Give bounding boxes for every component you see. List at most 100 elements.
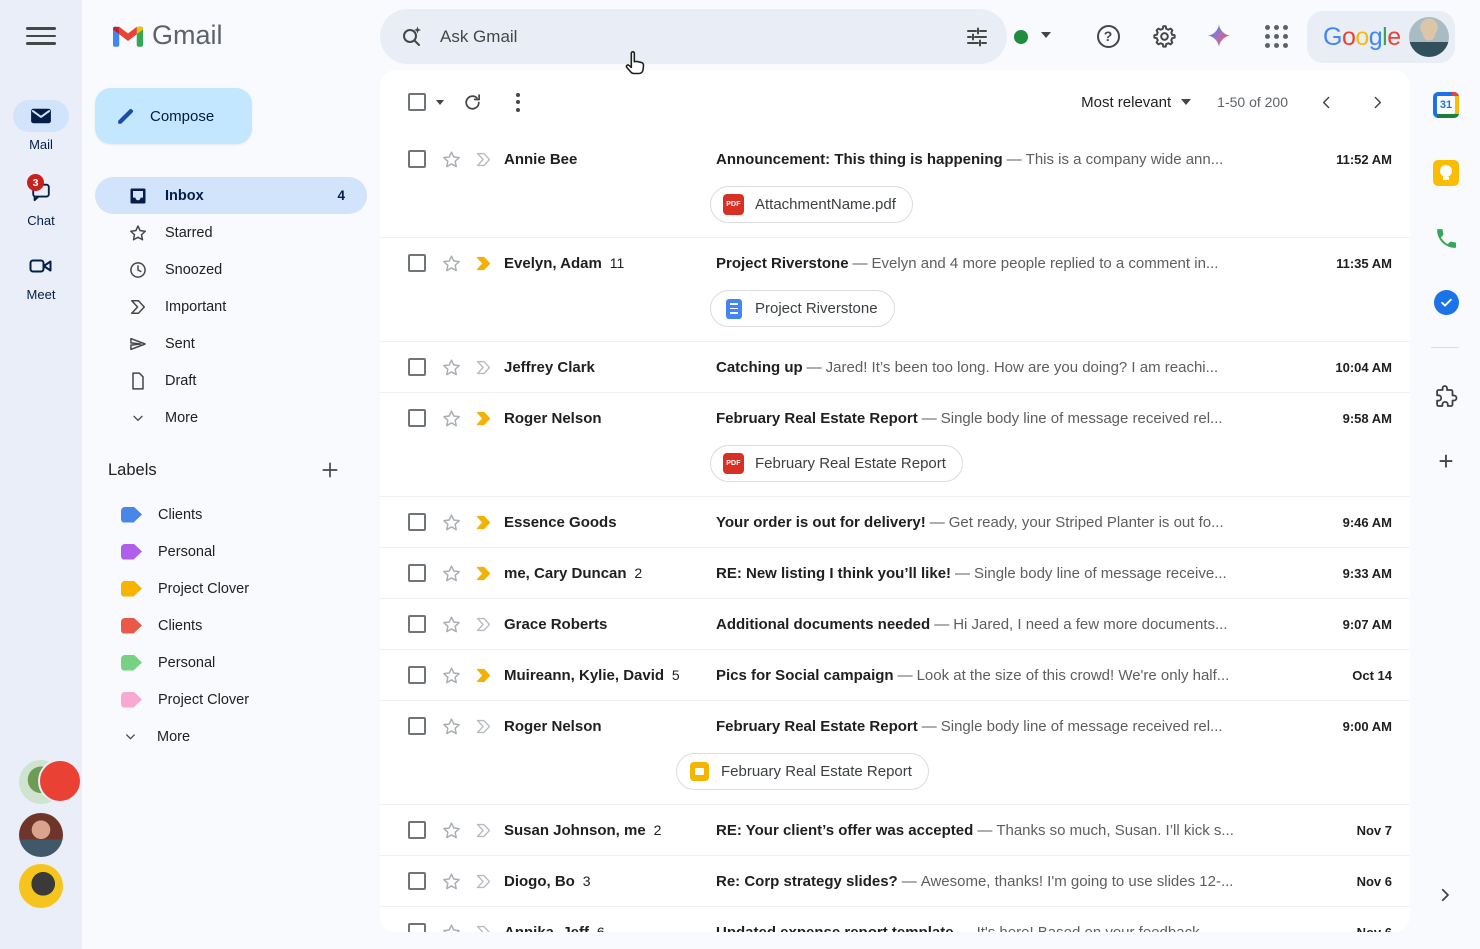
- email-checkbox[interactable]: [408, 923, 426, 932]
- email-checkbox[interactable]: [408, 615, 426, 633]
- email-checkbox[interactable]: [408, 717, 426, 735]
- gmail-logo[interactable]: Gmail: [113, 20, 223, 51]
- rail-item-chat[interactable]: 3 Chat: [0, 176, 82, 228]
- star-icon[interactable]: [440, 562, 462, 584]
- hide-side-panel-icon[interactable]: [1436, 885, 1454, 905]
- email-row[interactable]: Annika, Jeff 6 Updated expense report te…: [380, 907, 1410, 932]
- sidebar-label-item[interactable]: Project Clover: [95, 570, 367, 607]
- email-checkbox[interactable]: [408, 872, 426, 890]
- add-label-icon[interactable]: [320, 460, 340, 480]
- importance-marker-icon[interactable]: [472, 252, 494, 274]
- sidebar-label-item[interactable]: Clients: [95, 607, 367, 644]
- search-bar[interactable]: [380, 9, 1007, 64]
- avatar-contact-3[interactable]: [19, 864, 63, 908]
- star-icon[interactable]: [440, 921, 462, 932]
- importance-marker-icon[interactable]: [472, 407, 494, 429]
- email-row[interactable]: Susan Johnson, me 2 RE: Your client’s of…: [380, 805, 1410, 856]
- search-filters-icon[interactable]: [965, 25, 989, 49]
- importance-marker-icon[interactable]: [472, 148, 494, 170]
- sidebar-label-item[interactable]: Personal: [95, 533, 367, 570]
- email-row[interactable]: Annie Bee Announcement: This thing is ha…: [380, 134, 1410, 238]
- voice-icon[interactable]: [1433, 225, 1459, 251]
- sidebar-label-item[interactable]: Project Clover: [95, 681, 367, 718]
- importance-marker-icon[interactable]: [472, 356, 494, 378]
- calendar-icon[interactable]: 31: [1433, 92, 1459, 118]
- extensions-icon[interactable]: [1433, 383, 1459, 409]
- email-row[interactable]: Muireann, Kylie, David 5 Pics for Social…: [380, 650, 1410, 701]
- newer-page-icon[interactable]: [1314, 90, 1339, 115]
- importance-marker-icon[interactable]: [472, 921, 494, 932]
- email-row[interactable]: Evelyn, Adam 11 Project Riverstone—Evely…: [380, 238, 1410, 342]
- attachment-chip[interactable]: Project Riverstone: [710, 290, 895, 327]
- refresh-icon[interactable]: [454, 84, 490, 120]
- importance-marker-icon[interactable]: [472, 715, 494, 737]
- star-icon[interactable]: [440, 252, 462, 274]
- user-avatar[interactable]: [1409, 17, 1449, 57]
- select-all-checkbox[interactable]: [408, 93, 426, 111]
- avatar-contact-1[interactable]: [19, 760, 63, 804]
- attachment-chip[interactable]: PDF February Real Estate Report: [710, 445, 963, 482]
- star-icon[interactable]: [440, 511, 462, 533]
- ask-gmail-search-icon[interactable]: [400, 25, 424, 49]
- sidebar-item-starred[interactable]: Starred: [95, 214, 367, 251]
- email-row[interactable]: me, Cary Duncan 2 RE: New listing I thin…: [380, 548, 1410, 599]
- attachment-chip[interactable]: February Real Estate Report: [676, 753, 929, 790]
- more-options-icon[interactable]: [500, 84, 536, 120]
- presence-dropdown-icon[interactable]: [1041, 32, 1051, 38]
- email-checkbox[interactable]: [408, 150, 426, 168]
- rail-item-meet[interactable]: Meet: [0, 250, 82, 302]
- email-checkbox[interactable]: [408, 254, 426, 272]
- email-row[interactable]: Roger Nelson February Real Estate Report…: [380, 701, 1410, 805]
- sidebar-item-inbox[interactable]: Inbox 4: [95, 177, 367, 214]
- email-checkbox[interactable]: [408, 821, 426, 839]
- star-icon[interactable]: [440, 819, 462, 841]
- gemini-icon[interactable]: [1206, 23, 1232, 49]
- search-input[interactable]: [440, 27, 965, 47]
- sidebar-label-item[interactable]: Personal: [95, 644, 367, 681]
- importance-marker-icon[interactable]: [472, 613, 494, 635]
- sidebar-item-more[interactable]: More: [95, 399, 367, 436]
- add-panel-app-icon[interactable]: +: [1433, 448, 1459, 474]
- sort-dropdown[interactable]: Most relevant: [1081, 94, 1191, 111]
- importance-marker-icon[interactable]: [472, 562, 494, 584]
- importance-marker-icon[interactable]: [472, 664, 494, 686]
- attachment-chip[interactable]: PDF AttachmentName.pdf: [710, 186, 913, 223]
- star-icon[interactable]: [440, 613, 462, 635]
- sidebar-label-item[interactable]: Clients: [95, 496, 367, 533]
- email-checkbox[interactable]: [408, 513, 426, 531]
- settings-gear-icon[interactable]: [1151, 23, 1177, 49]
- email-row[interactable]: Essence Goods Your order is out for deli…: [380, 497, 1410, 548]
- rail-item-mail[interactable]: Mail: [0, 100, 82, 152]
- email-checkbox[interactable]: [408, 666, 426, 684]
- star-icon[interactable]: [440, 664, 462, 686]
- sidebar-item-snoozed[interactable]: Snoozed: [95, 251, 367, 288]
- star-icon[interactable]: [440, 715, 462, 737]
- sidebar-item-important[interactable]: Important: [95, 288, 367, 325]
- email-row[interactable]: Jeffrey Clark Catching up—Jared! It’s be…: [380, 342, 1410, 393]
- email-checkbox[interactable]: [408, 358, 426, 376]
- select-dropdown-icon[interactable]: [436, 100, 444, 105]
- main-menu-icon[interactable]: [26, 24, 56, 48]
- older-page-icon[interactable]: [1365, 90, 1390, 115]
- google-apps-grid-icon[interactable]: [1263, 23, 1289, 49]
- importance-marker-icon[interactable]: [472, 819, 494, 841]
- email-row[interactable]: Grace Roberts Additional documents neede…: [380, 599, 1410, 650]
- help-icon[interactable]: ?: [1095, 23, 1121, 49]
- importance-marker-icon[interactable]: [472, 870, 494, 892]
- star-icon[interactable]: [440, 870, 462, 892]
- email-checkbox[interactable]: [408, 564, 426, 582]
- email-row[interactable]: Roger Nelson February Real Estate Report…: [380, 393, 1410, 497]
- presence-status-dot[interactable]: [1014, 30, 1028, 44]
- star-icon[interactable]: [440, 356, 462, 378]
- email-row[interactable]: Diogo, Bo 3 Re: Corp strategy slides?—Aw…: [380, 856, 1410, 907]
- star-icon[interactable]: [440, 148, 462, 170]
- labels-more[interactable]: More: [95, 718, 367, 755]
- importance-marker-icon[interactable]: [472, 511, 494, 533]
- sidebar-item-sent[interactable]: Sent: [95, 325, 367, 362]
- email-checkbox[interactable]: [408, 409, 426, 427]
- google-account-pill[interactable]: Google: [1307, 11, 1455, 63]
- compose-button[interactable]: Compose: [95, 88, 252, 144]
- sidebar-item-draft[interactable]: Draft: [95, 362, 367, 399]
- keep-icon[interactable]: [1433, 160, 1459, 186]
- star-icon[interactable]: [440, 407, 462, 429]
